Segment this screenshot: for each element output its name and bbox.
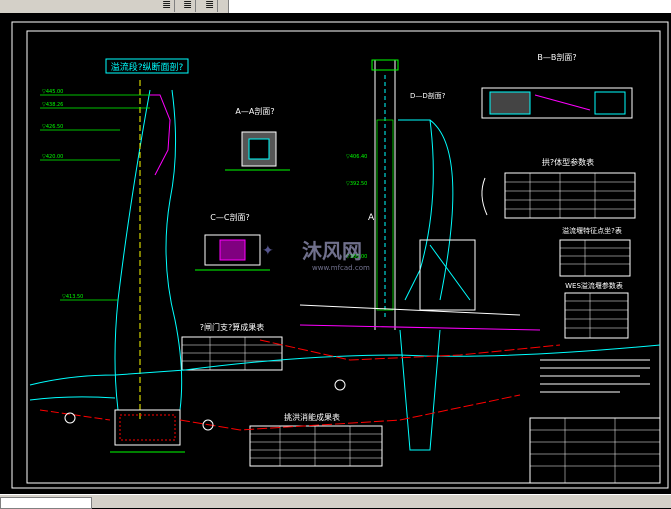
align-center-icon[interactable]: ≣: [181, 0, 196, 12]
left-section: 溢流段?纵断面剖? ▽445.00 ▽438.26 ▽426.50 ▽420.0…: [40, 58, 189, 453]
elev-label: ▽445.00: [42, 89, 63, 95]
terrain-lines: [29, 339, 661, 431]
crest-coord-table: 溢流堰特征点坐?表: [559, 226, 631, 277]
notes-block: [540, 359, 650, 393]
model-tab[interactable]: [0, 497, 92, 509]
cad-toolbar: ≣ ≣ ≣: [0, 0, 671, 13]
elev-label: ▽438.26: [42, 102, 63, 108]
energy-table: 挑洪消能成果表: [249, 412, 383, 467]
section-bb: B—B剖面?: [481, 52, 633, 119]
elev-label: ▽413.50: [62, 294, 83, 300]
elev-label: ▽392.50: [346, 181, 367, 187]
section-bb-title: B—B剖面?: [537, 52, 576, 62]
align-left-icon[interactable]: ≣: [160, 0, 175, 12]
drawing-canvas[interactable]: 溢流段?纵断面剖? ▽445.00 ▽438.26 ▽426.50 ▽420.0…: [0, 13, 671, 494]
section-cc-title: C—C剖面?: [210, 212, 249, 222]
table-wes-title: WES溢流堰参数表: [565, 281, 623, 290]
table-arch-title: 拱?体型参数表: [542, 157, 594, 167]
table-stress-title: ?闸门支?算成果表: [200, 322, 265, 332]
section-mark-a: A: [368, 213, 375, 223]
watermark-logo-icon: ✦: [262, 243, 274, 259]
left-section-title: 溢流段?纵断面剖?: [111, 61, 184, 73]
section-aa-title: A—A剖面?: [235, 106, 274, 116]
section-aa: A—A剖面?: [225, 106, 290, 171]
elev-label: ▽420.00: [42, 154, 63, 160]
watermark-text: 沐风网: [302, 239, 362, 263]
arch-param-table: 拱?体型参数表: [481, 157, 636, 219]
status-bar: [0, 494, 671, 509]
gate-stress-table: ?闸门支?算成果表: [181, 322, 283, 371]
align-right-icon[interactable]: ≣: [203, 0, 218, 12]
elev-label: ▽406.40: [346, 154, 367, 160]
watermark-url: www.mfcad.com: [312, 264, 370, 272]
title-block: [529, 417, 661, 484]
elev-label: ▽426.50: [42, 124, 63, 130]
watermark: ✦ 沐风网 www.mfcad.com: [262, 239, 370, 272]
table-crest-title: 溢流堰特征点坐?表: [562, 226, 622, 235]
table-energy-title: 挑洪消能成果表: [284, 412, 340, 422]
wes-param-table: WES溢流堰参数表: [564, 281, 629, 339]
section-dd-title: D—D剖面?: [410, 91, 446, 100]
toolbar-blank-area: [228, 0, 671, 13]
section-cc: C—C剖面?: [195, 212, 270, 271]
